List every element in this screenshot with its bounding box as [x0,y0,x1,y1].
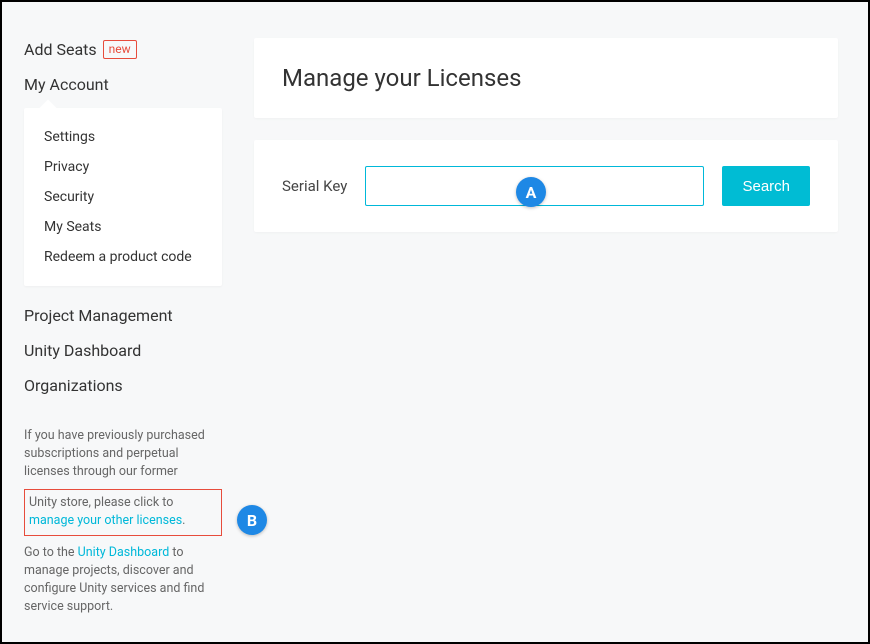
nav-my-account[interactable]: My Account [24,67,222,102]
footer-highlight-box: Unity store, please click to manage your… [24,489,222,535]
footer-text-2a: Go to the [24,545,78,560]
footer-block-1-top: If you have previously purchased subscri… [24,421,222,487]
nav-add-seats[interactable]: Add Seats new [24,32,222,67]
nav-project-management[interactable]: Project Management [24,298,222,333]
submenu-settings[interactable]: Settings [44,122,222,152]
serial-key-label: Serial Key [282,177,347,195]
nav-unity-dashboard[interactable]: Unity Dashboard [24,333,222,368]
main-content: Manage your Licenses Serial Key Search [232,2,868,642]
submenu-my-seats[interactable]: My Seats [44,212,222,242]
footer-text-1c: . [182,513,185,528]
submenu-redeem[interactable]: Redeem a product code [44,242,222,272]
callout-a: A [516,177,546,207]
nav-unity-dashboard-label: Unity Dashboard [24,341,141,360]
page-title: Manage your Licenses [282,64,810,92]
footer-block-2: Go to the Unity Dashboard to manage proj… [24,538,222,623]
manage-other-licenses-link[interactable]: manage your other licenses [29,513,182,528]
sidebar-footer: If you have previously purchased subscri… [24,421,222,622]
unity-dashboard-link[interactable]: Unity Dashboard [78,545,170,560]
nav-my-account-label: My Account [24,75,109,94]
sidebar: Add Seats new My Account Settings Privac… [2,2,232,642]
submenu-security[interactable]: Security [44,182,222,212]
new-badge: new [103,40,137,58]
title-panel: Manage your Licenses [254,38,838,118]
nav-organizations[interactable]: Organizations [24,368,222,403]
search-panel: Serial Key Search [254,140,838,232]
submenu-privacy[interactable]: Privacy [44,152,222,182]
search-button[interactable]: Search [722,166,810,206]
nav-project-management-label: Project Management [24,306,173,325]
my-account-submenu: Settings Privacy Security My Seats Redee… [24,108,222,286]
nav-organizations-label: Organizations [24,376,123,395]
callout-b: B [237,505,267,535]
nav-add-seats-label: Add Seats [24,40,97,59]
footer-text-1a: If you have previously purchased subscri… [24,428,205,479]
footer-text-1b: Unity store, please click to [29,495,173,510]
